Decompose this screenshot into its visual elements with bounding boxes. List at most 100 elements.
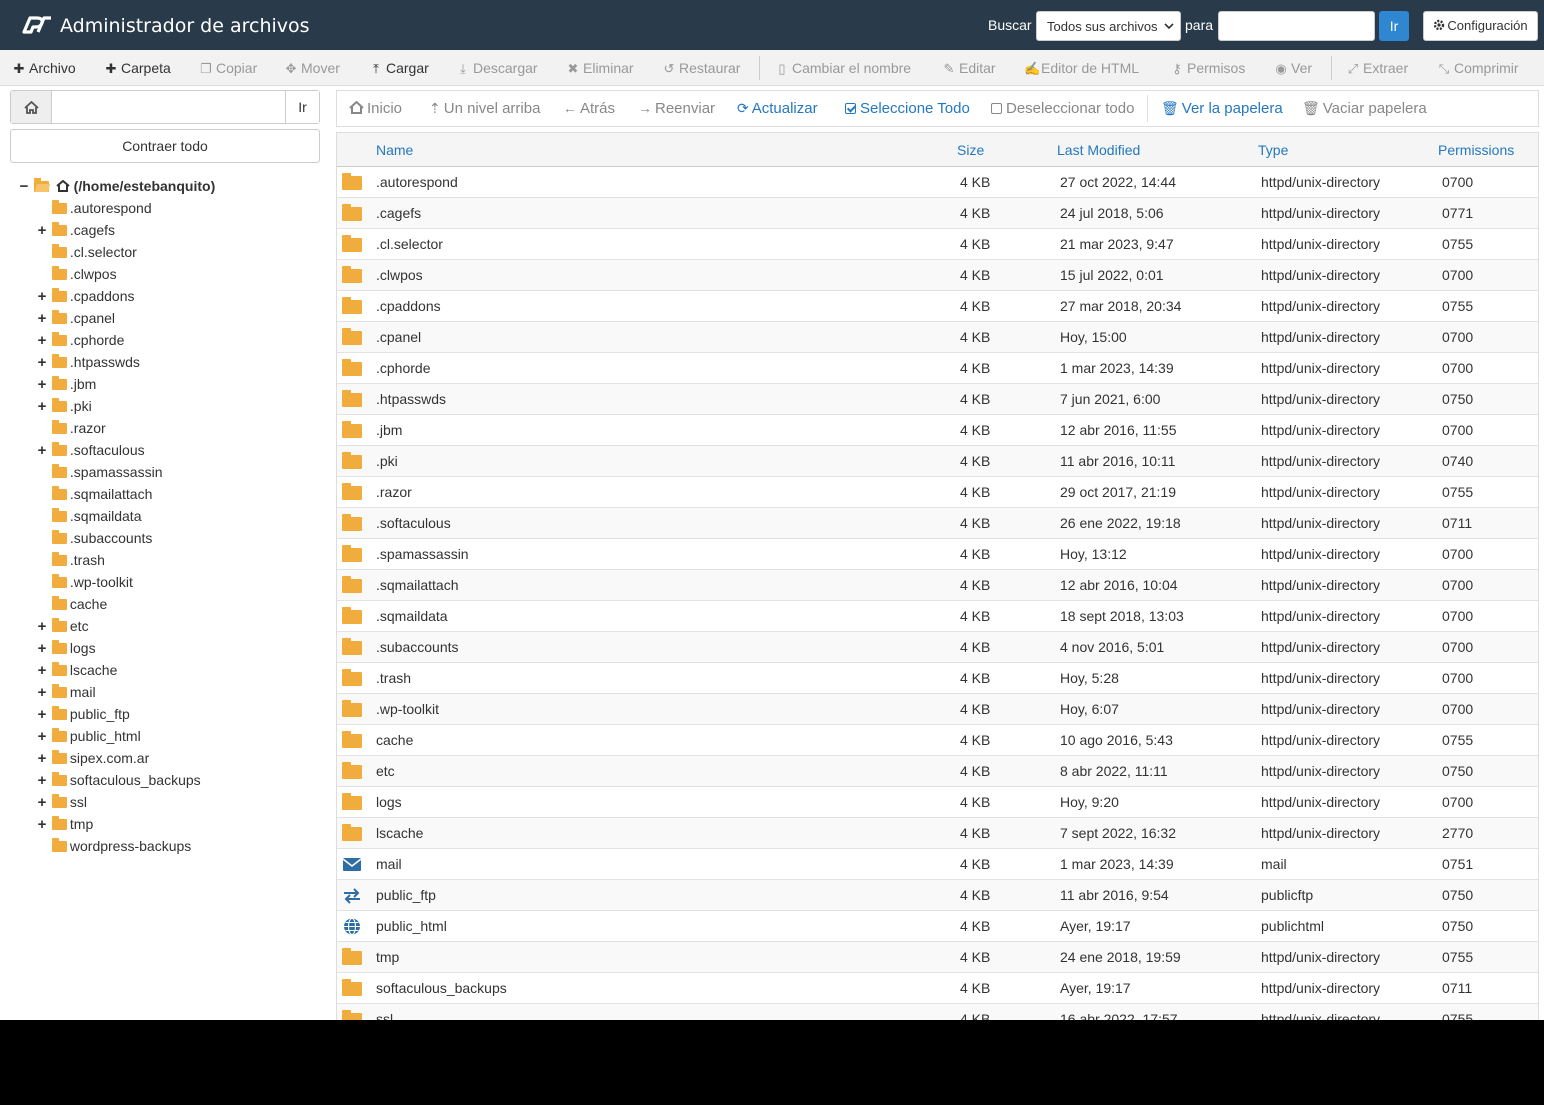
cell-name[interactable]: etc xyxy=(376,756,395,787)
cell-name[interactable]: public_html xyxy=(376,911,447,942)
expand-toggle-icon[interactable]: + xyxy=(36,308,48,330)
delete-button[interactable]: ✖ Eliminar xyxy=(566,50,634,86)
table-row[interactable]: .autorespond 4 KB 27 oct 2022, 14:44 httpd/… xyxy=(337,167,1538,198)
expand-toggle-icon[interactable]: + xyxy=(36,330,48,352)
path-input[interactable] xyxy=(53,91,286,123)
expand-toggle-icon[interactable]: + xyxy=(36,286,48,308)
tree-item[interactable]: + .cpaddons xyxy=(36,285,135,307)
deselect-all-button[interactable]: Deseleccionar todo xyxy=(991,91,1134,126)
tree-item[interactable]: + logs xyxy=(36,637,96,659)
expand-toggle-icon[interactable]: + xyxy=(36,704,48,726)
table-row[interactable]: .sqmaildata 4 KB 18 sept 2018, 13:03 httpd/… xyxy=(337,601,1538,632)
expand-toggle-icon[interactable]: + xyxy=(36,352,48,374)
tree-item[interactable]: + ssl xyxy=(36,791,87,813)
table-row[interactable]: public_ftp 4 KB 11 abr 2016, 9:54 publicftp… xyxy=(337,880,1538,911)
tree-item[interactable]: + .pki xyxy=(36,395,92,417)
tree-item[interactable]: .cl.selector xyxy=(36,241,137,263)
expand-toggle-icon[interactable]: + xyxy=(36,616,48,638)
cell-name[interactable]: tmp xyxy=(376,942,399,973)
cell-name[interactable]: .clwpos xyxy=(376,260,423,291)
cell-name[interactable]: .cpaddons xyxy=(376,291,441,322)
tree-root-item[interactable]: − (/home/estebanquito) xyxy=(18,175,215,197)
expand-toggle-icon[interactable]: + xyxy=(36,770,48,792)
table-row[interactable]: .cphorde 4 KB 1 mar 2023, 14:39 httpd/unix-… xyxy=(337,353,1538,384)
view-button[interactable]: ◉ Ver xyxy=(1274,50,1312,86)
cell-name[interactable]: .cagefs xyxy=(376,198,421,229)
collapse-all-button[interactable]: Contraer todo xyxy=(10,129,320,163)
expand-toggle-icon[interactable]: + xyxy=(36,682,48,704)
edit-button[interactable]: ✎ Editar xyxy=(942,50,996,86)
tree-item[interactable]: + .jbm xyxy=(36,373,96,395)
expand-toggle-icon[interactable]: + xyxy=(36,220,48,242)
table-row[interactable]: cache 4 KB 10 ago 2016, 5:43 httpd/unix-dir… xyxy=(337,725,1538,756)
expand-toggle-icon[interactable]: + xyxy=(36,792,48,814)
new-file-button[interactable]: ✚ Archivo xyxy=(12,50,76,86)
move-button[interactable]: ✥ Mover xyxy=(284,50,340,86)
expand-toggle-icon[interactable]: + xyxy=(36,374,48,396)
nav-forward-button[interactable]: → Reenviar xyxy=(638,91,715,126)
expand-toggle-icon[interactable]: + xyxy=(36,440,48,462)
html-editor-button[interactable]: ✍Editor de HTML xyxy=(1024,50,1139,86)
compress-button[interactable]: ⤡ Comprimir xyxy=(1437,50,1519,86)
table-row[interactable]: softaculous_backups 4 KB Ayer, 19:17 httpd/… xyxy=(337,973,1538,1004)
table-row[interactable]: .softaculous 4 KB 26 ene 2022, 19:18 httpd/… xyxy=(337,508,1538,539)
tree-item[interactable]: + mail xyxy=(36,681,96,703)
cell-name[interactable]: public_ftp xyxy=(376,880,436,911)
cell-name[interactable]: .subaccounts xyxy=(376,632,459,663)
cell-name[interactable]: cache xyxy=(376,725,413,756)
tree-item[interactable]: + .cphorde xyxy=(36,329,124,351)
tree-item[interactable]: cache xyxy=(36,593,107,615)
tree-item[interactable]: .subaccounts xyxy=(36,527,152,549)
cell-name[interactable]: .jbm xyxy=(376,415,402,446)
table-row[interactable]: public_html 4 KB Ayer, 19:17 publichtml 0750 xyxy=(337,911,1538,942)
select-all-button[interactable]: Seleccione Todo xyxy=(845,91,970,126)
tree-item[interactable]: + .htpasswds xyxy=(36,351,140,373)
refresh-button[interactable]: ⟳ Actualizar xyxy=(737,91,818,126)
table-row[interactable]: ssl 4 KB 16 abr 2022, 17:57 httpd/unix-dire… xyxy=(337,1004,1538,1020)
tree-item[interactable]: + etc xyxy=(36,615,89,637)
table-row[interactable]: tmp 4 KB 24 ene 2018, 19:59 httpd/unix-dire… xyxy=(337,942,1538,973)
cell-name[interactable]: .cpanel xyxy=(376,322,421,353)
cell-name[interactable]: .cphorde xyxy=(376,353,430,384)
nav-home-button[interactable]: Inicio xyxy=(349,91,402,126)
table-row[interactable]: .sqmailattach 4 KB 12 abr 2016, 10:04 httpd… xyxy=(337,570,1538,601)
cell-name[interactable]: ssl xyxy=(376,1004,393,1020)
permissions-button[interactable]: ⚷ Permisos xyxy=(1170,50,1245,86)
cell-name[interactable]: mail xyxy=(376,849,402,880)
nav-up-button[interactable]: ⇡ Un nivel arriba xyxy=(429,91,540,126)
table-row[interactable]: .subaccounts 4 KB 4 nov 2016, 5:01 httpd/un… xyxy=(337,632,1538,663)
tree-item[interactable]: + public_html xyxy=(36,725,141,747)
search-input[interactable] xyxy=(1218,11,1375,41)
rename-button[interactable]: ▯ Cambiar el nombre xyxy=(775,50,911,86)
table-row[interactable]: .wp-toolkit 4 KB Hoy, 6:07 httpd/unix-direc… xyxy=(337,694,1538,725)
column-header-type[interactable]: Type xyxy=(1258,133,1288,167)
nav-back-button[interactable]: ← Atrás xyxy=(563,91,615,126)
table-row[interactable]: .cl.selector 4 KB 21 mar 2023, 9:47 httpd/u… xyxy=(337,229,1538,260)
tree-item[interactable]: .wp-toolkit xyxy=(36,571,133,593)
cell-name[interactable]: .trash xyxy=(376,663,411,694)
extract-button[interactable]: ⤢ Extraer xyxy=(1346,50,1408,86)
cell-name[interactable]: .cl.selector xyxy=(376,229,443,260)
cell-name[interactable]: .sqmailattach xyxy=(376,570,458,601)
column-header-name[interactable]: Name xyxy=(376,133,413,167)
cell-name[interactable]: .razor xyxy=(376,477,412,508)
tree-item[interactable]: + .softaculous xyxy=(36,439,145,461)
tree-item[interactable]: .spamassassin xyxy=(36,461,162,483)
search-scope-select[interactable]: Todos sus archivos xyxy=(1036,11,1181,41)
column-header-size[interactable]: Size xyxy=(957,133,984,167)
cell-name[interactable]: .htpasswds xyxy=(376,384,446,415)
table-row[interactable]: .razor 4 KB 29 oct 2017, 21:19 httpd/unix-d… xyxy=(337,477,1538,508)
tree-item[interactable]: + sipex.com.ar xyxy=(36,747,149,769)
tree-item[interactable]: .clwpos xyxy=(36,263,117,285)
expand-toggle-icon[interactable]: + xyxy=(36,814,48,836)
tree-item[interactable]: .razor xyxy=(36,417,106,439)
tree-item[interactable]: .sqmailattach xyxy=(36,483,152,505)
tree-item[interactable]: .sqmaildata xyxy=(36,505,141,527)
column-header-modified[interactable]: Last Modified xyxy=(1057,133,1140,167)
tree-item[interactable]: + tmp xyxy=(36,813,93,835)
table-row[interactable]: .trash 4 KB Hoy, 5:28 httpd/unix-directory 0… xyxy=(337,663,1538,694)
table-row[interactable]: etc 4 KB 8 abr 2022, 11:11 httpd/unix-direc… xyxy=(337,756,1538,787)
table-row[interactable]: .cpanel 4 KB Hoy, 15:00 httpd/unix-director… xyxy=(337,322,1538,353)
cell-name[interactable]: .spamassassin xyxy=(376,539,469,570)
cpanel-logo-icon[interactable] xyxy=(20,12,52,38)
